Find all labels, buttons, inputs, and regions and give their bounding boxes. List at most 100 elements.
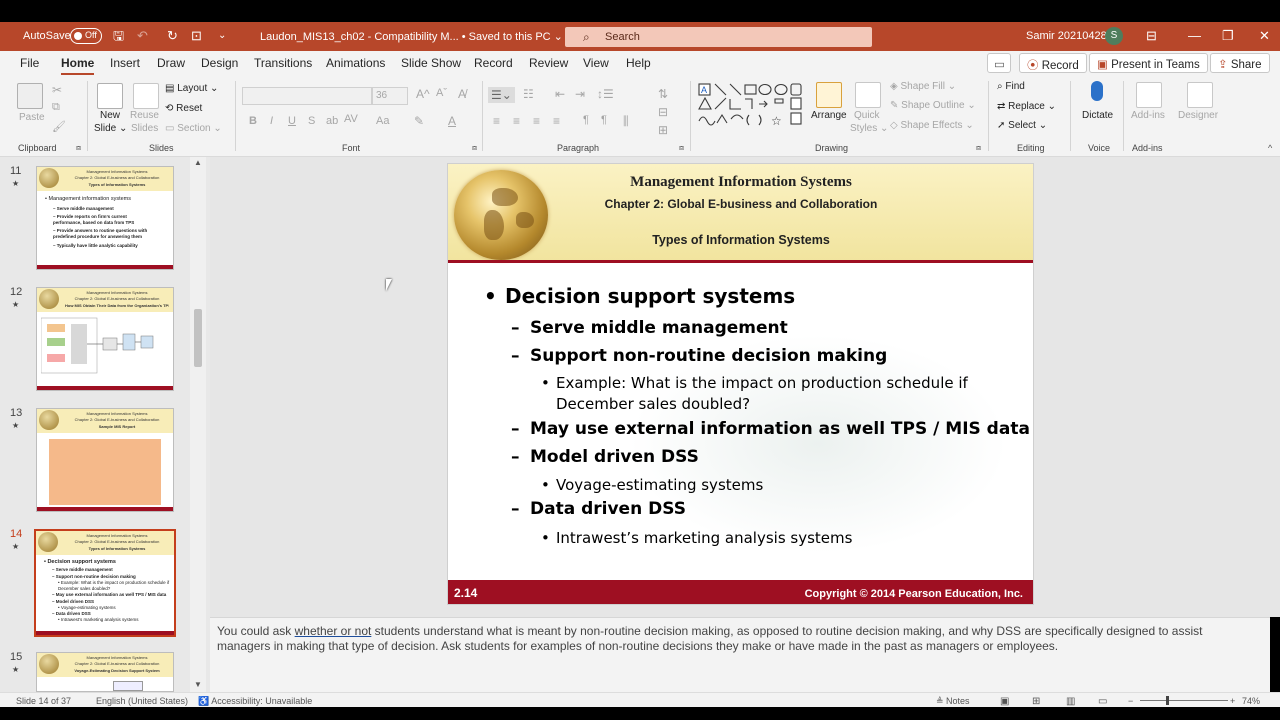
slide-sorter-icon[interactable]: ⊞ xyxy=(1032,696,1040,707)
numbering-icon[interactable]: ☷ xyxy=(523,87,534,101)
strikethrough-icon[interactable]: ab xyxy=(326,115,338,127)
tab-design[interactable]: Design xyxy=(201,56,238,70)
shape-effects-button[interactable]: ◇ Shape Effects ⌄ xyxy=(890,120,974,131)
accessibility-status[interactable]: ♿ Accessibility: Unavailable xyxy=(198,696,312,707)
record-button[interactable]: ⦿ Record xyxy=(1019,53,1087,73)
present-icon[interactable]: ⊡ xyxy=(191,29,202,43)
tab-animations[interactable]: Animations xyxy=(326,56,385,70)
addins-button-label[interactable]: Add-ins xyxy=(1131,110,1165,121)
thumbnail-slide-15[interactable]: Management Information Systems Chapter 2… xyxy=(36,652,174,692)
paste-icon[interactable] xyxy=(17,83,43,109)
bullet-text[interactable]: Decision support systems xyxy=(505,284,795,308)
shape-fill-button[interactable]: ◈ Shape Fill ⌄ xyxy=(890,81,956,92)
tab-view[interactable]: View xyxy=(583,56,609,70)
normal-view-icon[interactable]: ▣ xyxy=(1000,696,1009,707)
paragraph-launcher-icon[interactable]: ⧈ xyxy=(679,143,684,153)
language[interactable]: English (United States) xyxy=(96,696,188,706)
bold-icon[interactable]: B xyxy=(249,115,257,127)
highlight-icon[interactable]: ✎ xyxy=(414,114,424,128)
tab-transitions[interactable]: Transitions xyxy=(254,56,312,70)
slideshow-view-icon[interactable]: ▭ xyxy=(1098,696,1107,707)
align-left-icon[interactable]: ≡ xyxy=(493,114,500,128)
document-title[interactable]: Laudon_MIS13_ch02 - Compatibility M... •… xyxy=(260,30,563,43)
columns-icon[interactable]: ⫼ xyxy=(623,114,629,129)
bullet-text[interactable]: Intrawest’s marketing analysis systems xyxy=(556,529,852,547)
customize-qat-icon[interactable]: ⌄ xyxy=(218,29,226,43)
reuse-label-2[interactable]: Slides xyxy=(131,123,158,134)
tab-home[interactable]: Home xyxy=(61,56,95,76)
decrease-font-icon[interactable]: Aˇ xyxy=(436,87,447,99)
new-slide-icon[interactable] xyxy=(97,83,123,109)
designer-icon[interactable] xyxy=(1187,82,1213,108)
tab-record[interactable]: Record xyxy=(474,56,513,70)
bullet-text[interactable]: Data driven DSS xyxy=(530,499,686,519)
thumbnail-slide-13[interactable]: Management Information Systems Chapter 2… xyxy=(36,408,174,512)
thumbnail-slide-14-selected[interactable]: Management Information Systems Chapter 2… xyxy=(34,529,176,637)
decrease-indent-icon[interactable]: ⇤ xyxy=(555,87,565,101)
line-spacing-icon[interactable]: ↕☰ xyxy=(597,87,614,101)
tab-draw[interactable]: Draw xyxy=(157,56,185,70)
quick-styles-icon[interactable] xyxy=(855,82,881,108)
shapes-gallery[interactable]: A ☆ xyxy=(697,81,809,133)
designer-label[interactable]: Designer xyxy=(1178,110,1218,121)
bullet-text[interactable]: Model driven DSS xyxy=(530,447,699,467)
cut-icon[interactable]: ✂ xyxy=(52,83,62,97)
comments-button[interactable]: ▭ xyxy=(987,53,1011,73)
share-button[interactable]: ⇪ Share xyxy=(1210,53,1270,73)
thumbnail-scrollbar[interactable]: ▲ ▼ xyxy=(190,157,206,692)
bullet-text[interactable]: Serve middle management xyxy=(530,318,788,338)
search-box[interactable]: ⌕ Search xyxy=(565,27,872,47)
bullet-text[interactable]: May use external information as well TPS… xyxy=(530,419,1030,439)
addins-icon[interactable] xyxy=(1136,82,1162,108)
canvas-scrollbar[interactable] xyxy=(1270,157,1280,617)
scroll-down-icon[interactable]: ▼ xyxy=(194,680,202,689)
ltr-icon[interactable]: ¶ xyxy=(601,114,607,126)
slide-chapter-title[interactable]: Chapter 2: Global E-business and Collabo… xyxy=(568,197,914,211)
bullet-text[interactable]: Example: What is the impact on productio… xyxy=(556,374,968,392)
format-painter-icon[interactable]: 🖌 xyxy=(52,120,66,133)
bullets-icon[interactable]: ☰⌄ xyxy=(488,87,515,103)
ribbon-display-icon[interactable]: ⊟ xyxy=(1146,28,1157,44)
zoom-slider[interactable] xyxy=(1140,700,1228,701)
underline-icon[interactable]: U xyxy=(288,115,296,127)
smartart-icon[interactable]: ⊞ xyxy=(658,123,668,137)
text-direction-icon[interactable]: ⇅ xyxy=(658,87,668,101)
char-spacing-icon[interactable]: AV xyxy=(344,113,358,125)
align-center-icon[interactable]: ≡ xyxy=(513,114,520,128)
scroll-up-icon[interactable]: ▲ xyxy=(194,158,202,167)
align-right-icon[interactable]: ≡ xyxy=(533,114,540,128)
paste-label[interactable]: Paste xyxy=(19,112,45,123)
quick-styles-label-2[interactable]: Styles ⌄ xyxy=(850,123,888,134)
bullet-text[interactable]: December sales doubled? xyxy=(556,395,750,413)
bullet-text[interactable]: Voyage-estimating systems xyxy=(556,476,763,494)
zoom-in-icon[interactable]: + xyxy=(1230,696,1235,706)
reuse-slides-icon[interactable] xyxy=(133,83,159,109)
reuse-label[interactable]: Reuse xyxy=(130,110,159,121)
align-text-icon[interactable]: ⊟ xyxy=(658,105,668,119)
new-slide-label[interactable]: New xyxy=(100,110,120,121)
increase-indent-icon[interactable]: ⇥ xyxy=(575,87,585,101)
find-button[interactable]: ⌕ Find xyxy=(997,81,1025,92)
section-button[interactable]: ▭ Section ⌄ xyxy=(165,123,222,134)
drawing-launcher-icon[interactable]: ⧈ xyxy=(976,143,981,153)
justify-icon[interactable]: ≡ xyxy=(553,114,560,128)
zoom-slider-thumb[interactable] xyxy=(1166,696,1169,705)
redo-icon[interactable]: ↻ xyxy=(167,29,178,43)
maximize-icon[interactable]: ❐ xyxy=(1222,28,1234,44)
arrange-icon[interactable] xyxy=(816,82,842,108)
save-icon[interactable]: 🖫 xyxy=(113,29,124,43)
dictate-label[interactable]: Dictate xyxy=(1082,110,1113,121)
font-color-icon[interactable]: A xyxy=(448,114,456,128)
slide-course-title[interactable]: Management Information Systems xyxy=(568,174,914,191)
present-in-teams-button[interactable]: ▣ Present in Teams xyxy=(1089,53,1208,73)
notes-toggle[interactable]: ≜ Notes xyxy=(936,696,970,707)
avatar[interactable]: S xyxy=(1105,27,1123,45)
replace-button[interactable]: ⇄ Replace ⌄ xyxy=(997,101,1056,112)
increase-font-icon[interactable]: A^ xyxy=(416,87,430,101)
italic-icon[interactable]: I xyxy=(270,115,273,127)
tab-review[interactable]: Review xyxy=(529,56,568,70)
clipboard-launcher-icon[interactable]: ⧈ xyxy=(76,143,81,153)
font-name-box[interactable] xyxy=(242,87,372,105)
thumbnail-slide-12[interactable]: Management Information Systems Chapter 2… xyxy=(36,287,174,391)
change-case-icon[interactable]: Aa xyxy=(376,115,389,127)
